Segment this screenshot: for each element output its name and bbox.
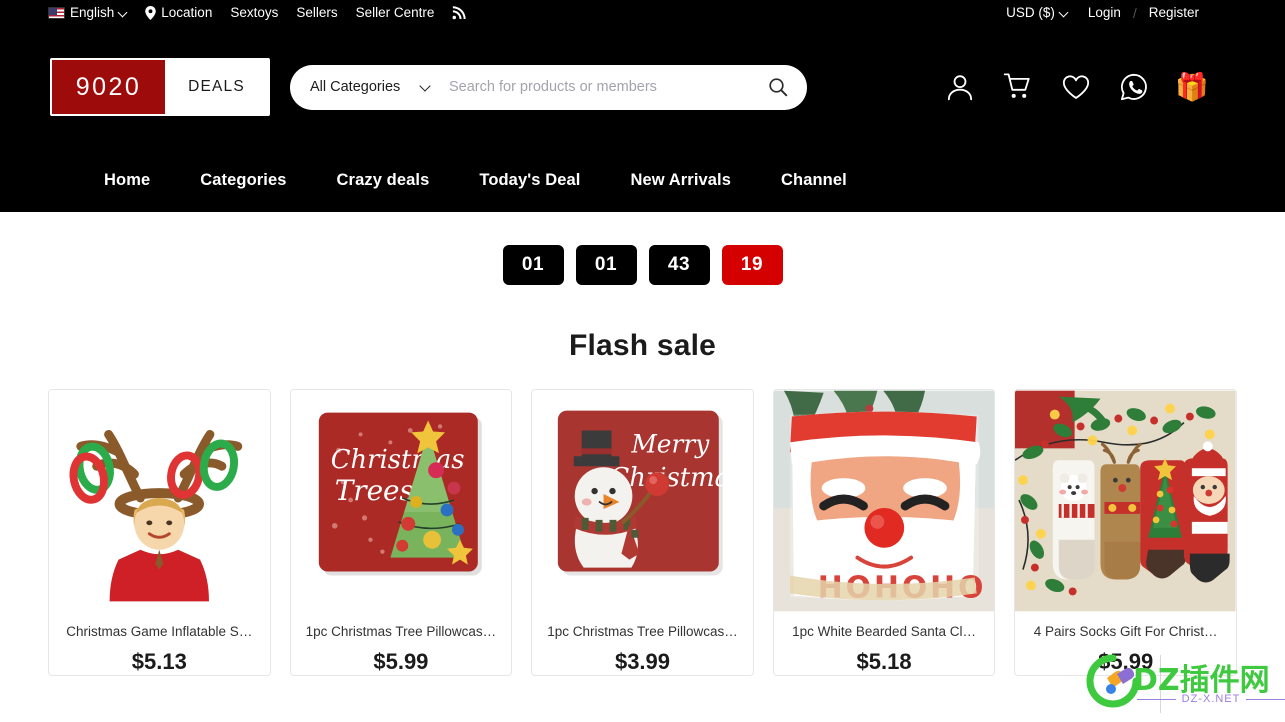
search-icon <box>769 78 788 97</box>
svg-text:Merry: Merry <box>631 429 711 458</box>
chevron-down-icon <box>421 82 431 92</box>
product-title: 4 Pairs Socks Gift For Christ… <box>1033 624 1218 639</box>
whatsapp-icon-button[interactable] <box>1117 70 1151 104</box>
product-price: $5.99 <box>373 649 429 674</box>
account-icon-button[interactable] <box>943 70 977 104</box>
svg-text:Trees: Trees <box>334 474 413 507</box>
product-card[interactable]: Christmas Trees 1pc Christmas Tree Pillo… <box>289 389 513 676</box>
watermark-rule-left <box>1137 698 1176 700</box>
product-image-christmas-tree-pillow: Christmas Trees <box>290 390 512 612</box>
product-price: $5.18 <box>856 649 912 674</box>
product-card[interactable]: Christmas Game Inflatable S… $5.13 <box>48 389 271 676</box>
whatsapp-icon <box>1120 73 1147 101</box>
wishlist-icon-button[interactable] <box>1059 70 1093 104</box>
seller-centre-link[interactable]: Seller Centre <box>347 0 444 26</box>
product-title: Christmas Game Inflatable S… <box>66 624 253 639</box>
nav-item-todays-deal[interactable]: Today's Deal <box>454 171 605 190</box>
login-link[interactable]: Login <box>1078 0 1131 26</box>
location-link[interactable]: Location <box>136 0 221 26</box>
main-navigation: Home Categories Crazy deals Today's Deal… <box>0 148 1285 212</box>
search-input[interactable] <box>445 79 757 95</box>
product-title: 1pc Christmas Tree Pillowcas… <box>547 624 738 639</box>
search-bar: All Categories <box>290 64 807 110</box>
rss-icon <box>452 6 467 20</box>
product-title: 1pc White Bearded Santa Cl… <box>792 624 976 639</box>
nav-item-channel[interactable]: Channel <box>756 171 872 190</box>
top-utility-bar: English Location Sextoys Sellers Seller … <box>0 0 1285 26</box>
flash-sale-product-grid: Christmas Game Inflatable S… $5.13 Chris… <box>0 389 1285 676</box>
product-price: $5.13 <box>131 649 187 674</box>
nav-item-home[interactable]: Home <box>76 171 175 190</box>
site-header: 9020 DEALS All Categories Search for pro… <box>0 26 1285 148</box>
logo-primary-text: 9020 <box>52 60 165 114</box>
heart-icon <box>1062 75 1090 99</box>
product-card[interactable]: Merry Christmas 1pc Christmas Tree Pillo… <box>531 389 754 676</box>
countdown-days: 01 <box>502 245 564 285</box>
nav-item-crazy-deals[interactable]: Crazy deals <box>312 171 455 190</box>
product-price: $3.99 <box>614 649 671 674</box>
gift-icon: 🎁 <box>1175 71 1209 102</box>
search-button[interactable] <box>757 66 799 108</box>
countdown-hours: 01 <box>575 245 637 285</box>
seller-centre-label: Seller Centre <box>355 5 435 20</box>
rss-feed-link[interactable] <box>443 6 475 20</box>
sellers-label: Sellers <box>296 5 338 20</box>
watermark-subtext-row: DZ-X.NET <box>1137 693 1285 705</box>
sextoys-link[interactable]: Sextoys <box>221 0 287 26</box>
chevron-down-icon <box>119 9 127 17</box>
page-content: 01 01 43 19 Flash sale Christmas Game In… <box>0 212 1285 676</box>
sextoys-label: Sextoys <box>230 5 279 20</box>
language-label: English <box>70 5 115 20</box>
flash-sale-title: Flash sale <box>568 329 717 362</box>
sellers-link[interactable]: Sellers <box>287 0 346 26</box>
product-image-christmas-socks-set <box>1015 390 1236 612</box>
register-link[interactable]: Register <box>1139 0 1209 26</box>
product-image-reindeer-antler-ring-toss <box>49 390 270 612</box>
category-select-label: All Categories <box>310 79 401 95</box>
currency-selector[interactable]: USD ($) <box>996 0 1078 26</box>
product-card[interactable]: 4 Pairs Socks Gift For Christ… $5.99 <box>1014 389 1237 676</box>
category-select[interactable]: All Categories <box>290 65 445 110</box>
header-icon-group: 🎁 <box>943 70 1209 104</box>
countdown-seconds: 19 <box>721 245 783 285</box>
flash-sale-countdown: 01 01 43 19 <box>0 245 1285 285</box>
logo-secondary-text: DEALS <box>188 78 245 95</box>
language-selector[interactable]: English <box>48 0 136 26</box>
svg-text:Christmas: Christmas <box>330 445 464 475</box>
watermark-rule-right <box>1246 698 1285 700</box>
nav-item-new-arrivals[interactable]: New Arrivals <box>605 171 756 190</box>
currency-label: USD ($) <box>1006 5 1055 20</box>
account-icon <box>947 75 973 101</box>
product-price: $5.99 <box>1098 649 1154 674</box>
product-image-snowman-merry-christmas-pillow: Merry Christmas <box>532 390 753 612</box>
site-logo[interactable]: 9020 DEALS <box>50 58 270 116</box>
product-image-santa-face-pillow: HOHOHO <box>773 390 995 612</box>
watermark-subtext: DZ-X.NET <box>1181 693 1241 705</box>
gift-icon-button[interactable]: 🎁 <box>1175 70 1209 104</box>
product-title: 1pc Christmas Tree Pillowcas… <box>305 624 497 639</box>
location-pin-icon <box>145 6 157 20</box>
us-flag-icon <box>48 7 65 19</box>
location-label: Location <box>161 5 213 20</box>
login-label: Login <box>1087 5 1121 20</box>
auth-separator: / <box>1132 5 1137 21</box>
nav-item-categories[interactable]: Categories <box>175 171 311 190</box>
countdown-minutes: 43 <box>648 245 710 285</box>
product-card[interactable]: HOHOHO 1pc White Bearded Santa Cl… $5.18 <box>772 389 996 676</box>
cart-icon <box>1003 73 1030 98</box>
chevron-down-icon <box>1060 9 1068 17</box>
register-label: Register <box>1148 5 1199 20</box>
cart-icon-button[interactable] <box>1001 70 1035 104</box>
